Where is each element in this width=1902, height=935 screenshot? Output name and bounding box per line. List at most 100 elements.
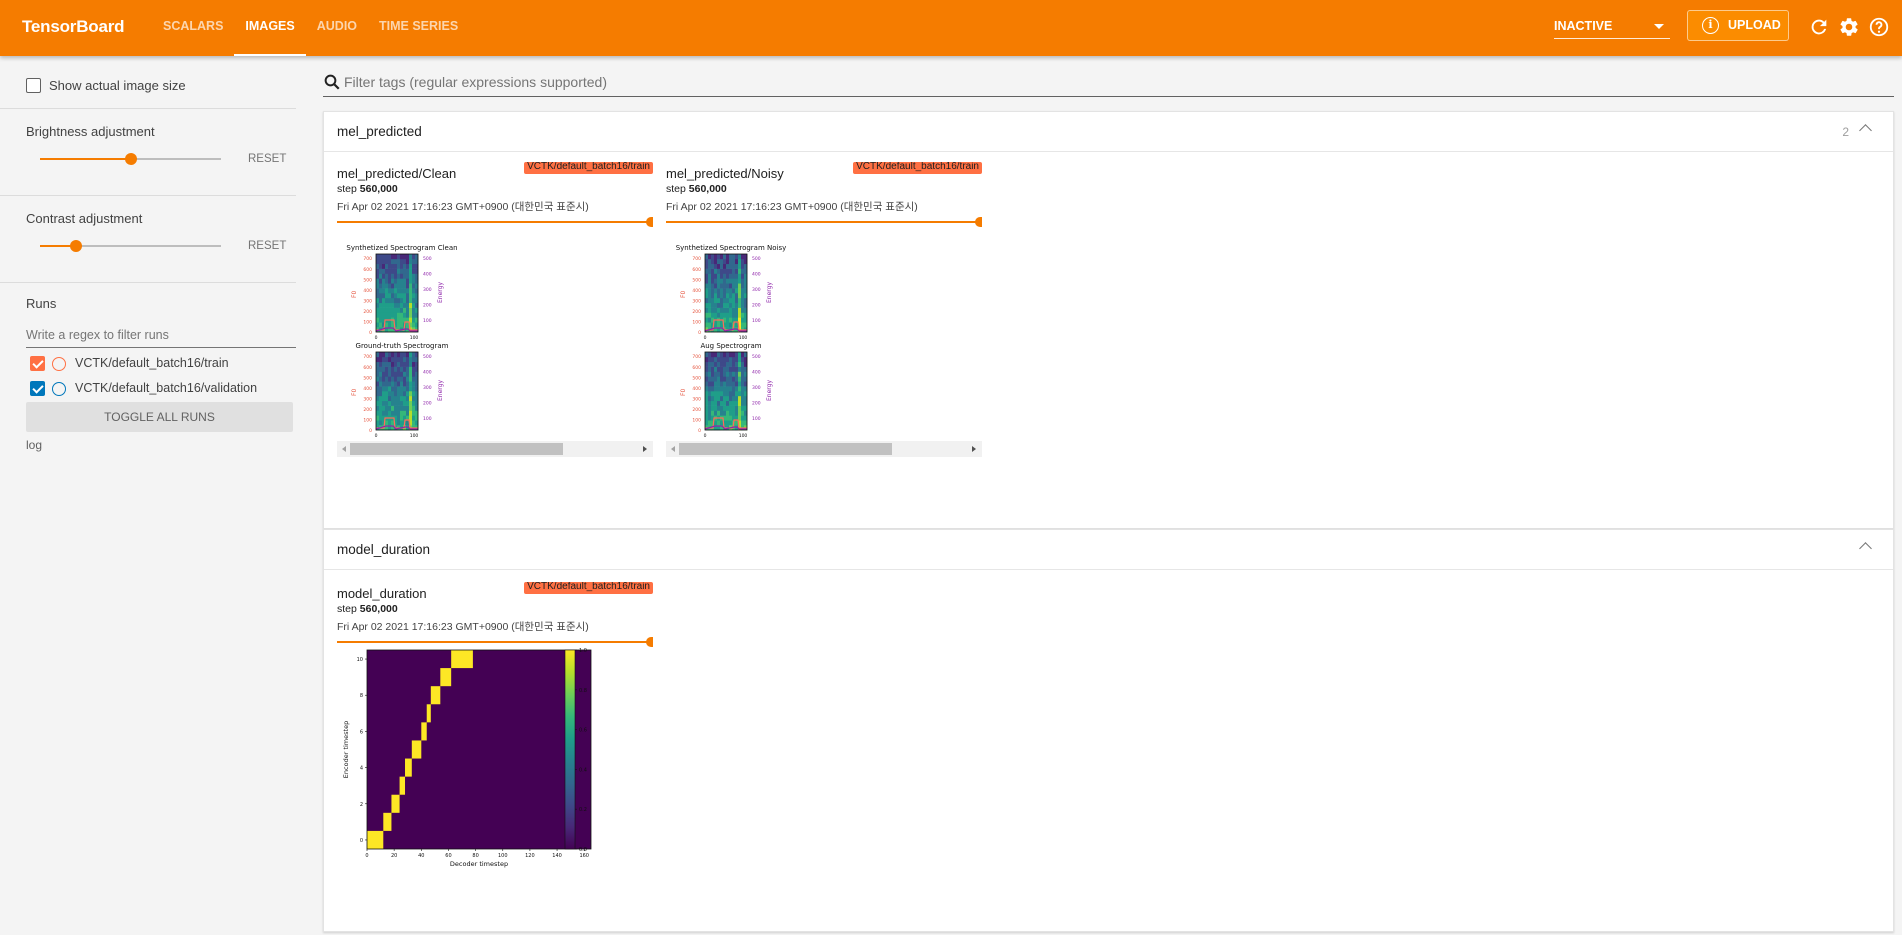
spectrogram-cell <box>717 420 721 426</box>
brightness-reset-button[interactable]: RESET <box>248 153 286 165</box>
scroll-left-arrow-icon[interactable] <box>342 446 346 452</box>
scrollbar-thumb[interactable] <box>350 443 563 455</box>
scroll-right-arrow-icon[interactable] <box>972 446 976 452</box>
spectrogram-cell <box>391 283 395 289</box>
spectrogram-cell <box>379 322 383 328</box>
spectrogram-cell <box>741 288 745 294</box>
spectrogram-cell <box>720 361 724 367</box>
spectrogram-cell <box>738 366 742 372</box>
run-item-validation[interactable]: VCTK/default_batch16/validation <box>30 379 296 399</box>
spectrogram-cell <box>391 391 395 397</box>
spectrogram-cell <box>409 391 413 397</box>
spectrogram-cell <box>403 312 407 318</box>
f0-tick-label: 100 <box>363 417 372 423</box>
contrast-slider[interactable] <box>40 238 221 254</box>
collapse-chevron-icon[interactable] <box>1859 542 1872 555</box>
spectrogram-cell <box>729 297 733 304</box>
spectrogram-cell <box>391 263 395 269</box>
x-tick-label: 120 <box>525 853 535 859</box>
spectrogram-cell <box>711 273 715 279</box>
category-header[interactable]: model_duration <box>324 530 1893 570</box>
spectrogram-cell <box>705 420 709 426</box>
tab-audio[interactable]: AUDIO <box>306 0 368 56</box>
step-slider[interactable] <box>666 217 982 227</box>
spectrogram-cell <box>397 361 401 367</box>
tab-images[interactable]: IMAGES <box>234 0 307 56</box>
wall-time: Fri Apr 02 2021 17:16:23 GMT+0900 (대한민국 … <box>337 201 589 213</box>
spectrogram-cell <box>729 386 733 392</box>
step-slider[interactable] <box>337 217 653 227</box>
f0-tick-label: 700 <box>692 256 701 262</box>
slider-thumb[interactable] <box>646 637 653 647</box>
spectrogram-cell <box>717 371 721 377</box>
spectrogram-cell <box>741 400 745 406</box>
spectrogram-cell <box>705 307 709 313</box>
step-slider[interactable] <box>337 637 653 647</box>
spectrogram-cell <box>738 278 742 284</box>
f0-tick-label: 700 <box>363 354 372 360</box>
spectrogram-cell <box>397 278 401 284</box>
spectrogram-cell <box>711 283 715 289</box>
spectrogram-cell <box>406 258 410 265</box>
scroll-right-arrow-icon[interactable] <box>643 446 647 452</box>
show-actual-size-checkbox[interactable] <box>26 78 41 93</box>
tab-scalars[interactable]: SCALARS <box>152 0 234 56</box>
scroll-left-arrow-icon[interactable] <box>671 446 675 452</box>
inactive-plugins-dropdown[interactable]: INACTIVE <box>1554 13 1670 39</box>
heatmap-cell <box>411 740 422 759</box>
gear-icon[interactable] <box>1838 16 1860 38</box>
spectrogram-cell <box>382 356 386 363</box>
toggle-all-runs-button[interactable]: TOGGLE ALL RUNS <box>26 402 293 432</box>
tag-filter-input[interactable] <box>344 71 1844 93</box>
contrast-reset-button[interactable]: RESET <box>248 240 286 252</box>
spectrogram-cell <box>388 410 392 416</box>
spectrogram-cell <box>729 361 733 367</box>
spectrogram-cell <box>385 278 389 284</box>
spectrogram-cell <box>382 268 386 274</box>
slider-thumb[interactable] <box>70 240 83 252</box>
collapse-chevron-icon[interactable] <box>1859 124 1872 137</box>
help-icon[interactable] <box>1868 16 1890 38</box>
spectrogram-cell <box>711 297 715 304</box>
run-filter-input[interactable] <box>26 322 296 348</box>
spectrogram-cell <box>714 293 718 299</box>
spectrogram-cell <box>711 366 715 372</box>
energy-tick-label: 100 <box>423 318 432 324</box>
spectrogram-cell <box>394 297 398 304</box>
run-color-swatch[interactable] <box>52 357 66 371</box>
energy-tick-label: 400 <box>423 370 432 376</box>
slider-thumb[interactable] <box>124 153 137 165</box>
dropdown-caret-icon <box>1654 24 1664 29</box>
spectrogram-cell <box>732 371 736 377</box>
spectrogram-cell <box>379 415 383 421</box>
category-header[interactable]: mel_predicted 2 <box>324 112 1893 152</box>
spectrogram-cell <box>723 288 727 294</box>
spectrogram-cell <box>723 356 727 363</box>
image-horizontal-scrollbar[interactable] <box>337 441 653 457</box>
spectrogram-cell <box>382 410 386 416</box>
run-checkbox[interactable] <box>30 356 45 371</box>
spectrogram-cell <box>705 356 709 363</box>
spectrogram-cell <box>397 322 401 328</box>
image-horizontal-scrollbar[interactable] <box>666 441 982 457</box>
run-color-swatch[interactable] <box>52 382 66 396</box>
spectrogram-cell <box>403 381 407 387</box>
f0-axis-label: F0 <box>680 291 687 298</box>
spectrogram-cell <box>409 268 413 274</box>
slider-thumb[interactable] <box>975 217 982 227</box>
tab-time-series[interactable]: TIME SERIES <box>368 0 469 56</box>
brightness-slider[interactable] <box>40 151 221 167</box>
spectrogram-cell <box>379 386 383 392</box>
spectrogram-cell <box>388 273 392 279</box>
reload-icon[interactable] <box>1808 16 1830 38</box>
upload-button[interactable]: i UPLOAD <box>1687 10 1789 41</box>
scrollbar-thumb[interactable] <box>679 443 892 455</box>
tag-filter-bar <box>323 69 1894 97</box>
spectrogram-cell <box>400 278 404 284</box>
run-checkbox[interactable] <box>30 381 45 396</box>
slider-thumb[interactable] <box>646 217 653 227</box>
spectrogram-cell <box>732 268 736 274</box>
spectrogram-cell <box>391 302 395 308</box>
spectrogram-cell <box>711 391 715 397</box>
run-item-train[interactable]: VCTK/default_batch16/train <box>30 354 296 374</box>
